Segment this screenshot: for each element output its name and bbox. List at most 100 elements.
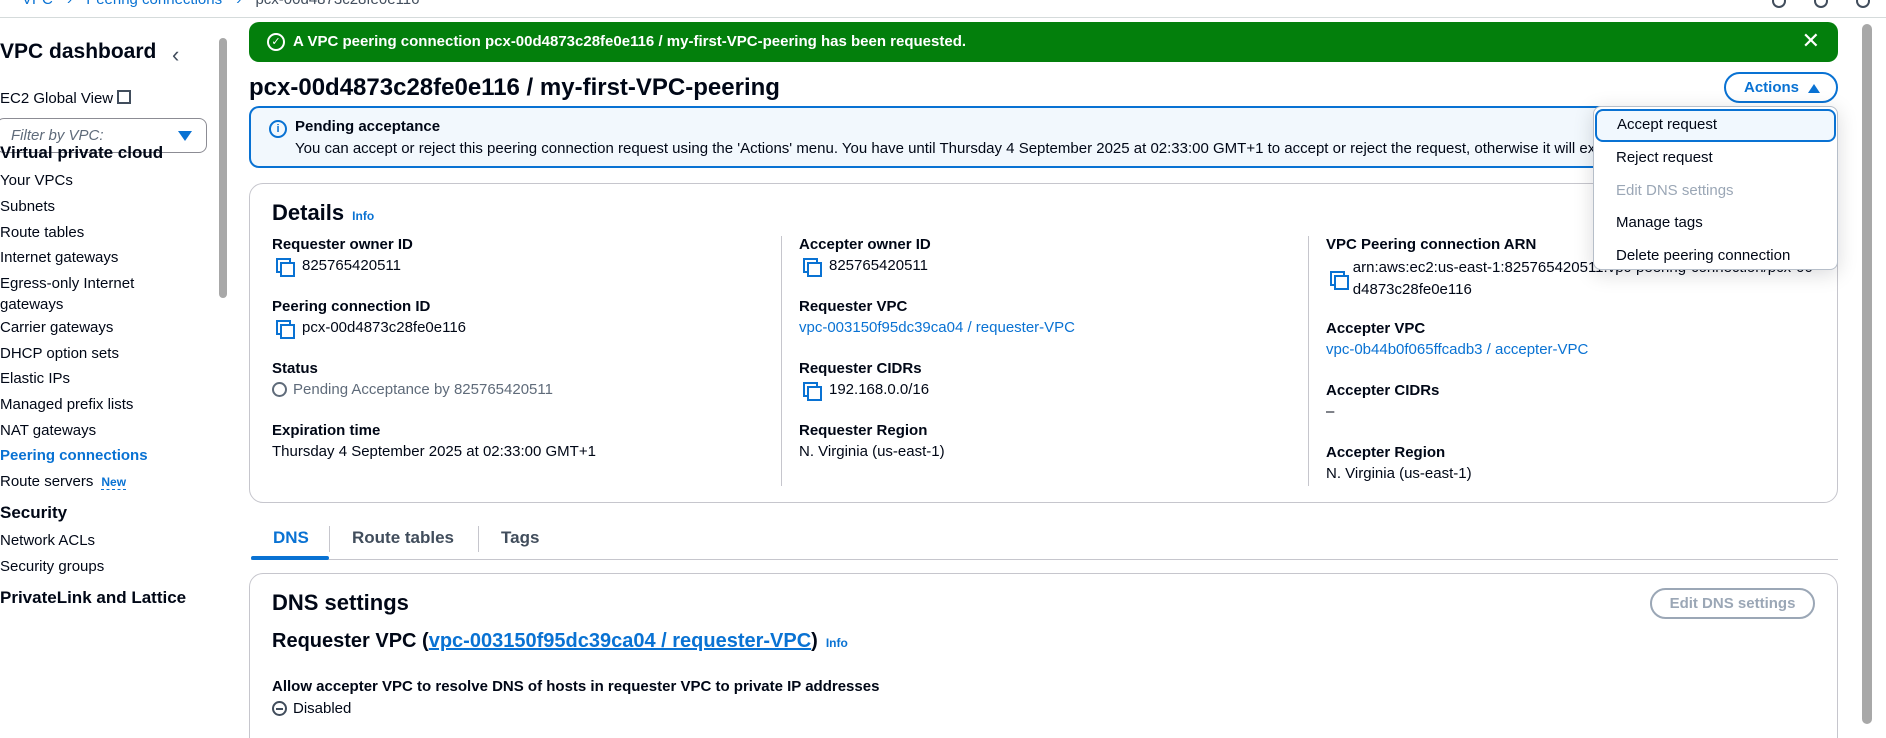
page-title: pcx-00d4873c28fe0e116 / my-first-VPC-pee… [249,74,780,101]
copy-icon[interactable] [803,257,822,277]
tab-route-tables[interactable]: Route tables [352,528,454,548]
alert-text: You can accept or reject this peering co… [295,140,1625,157]
allow-dns-label: Allow accepter VPC to resolve DNS of hos… [272,678,880,695]
sidebar-item-label: EC2 Global View [0,90,114,107]
kv-label: Accepter owner ID [799,236,931,253]
help-icon[interactable] [1772,0,1786,8]
close-icon[interactable]: ✕ [1802,28,1820,54]
sidebar-item-route-tables[interactable]: Route tables [0,222,84,243]
kv-value-row: 825765420511 [799,257,931,277]
copy-icon[interactable] [276,319,295,339]
accepter-vpc-link[interactable]: vpc-0b44b0f065ffcadb3 / accepter-VPC [1326,341,1588,358]
caret-down-icon [178,131,192,141]
accepter-cidrs: Accepter CIDRs – [1326,382,1439,420]
kv-label: Expiration time [272,422,381,439]
top-icons [1772,0,1870,8]
sidebar-item-network-acls[interactable]: Network ACLs [0,530,95,551]
flash-suffix: has been requested. [816,33,967,50]
sidebar-scrollbar[interactable] [218,18,228,738]
requester-region: Requester Region N. Virginia (us-east-1) [799,422,945,460]
kv-label: Requester CIDRs [799,360,922,377]
requester-vpc-heading: Requester VPC (vpc-003150f95dc39ca04 / r… [272,630,848,653]
tab-dns[interactable]: DNS [273,528,309,548]
tab-tags[interactable]: Tags [501,528,539,548]
allow-dns-status: Disabled [272,700,351,717]
requester-vpc-link[interactable]: vpc-003150f95dc39ca04 / requester-VPC [429,630,811,652]
expiration-time: Expiration time Thursday 4 September 202… [272,422,596,460]
kv-value: Thursday 4 September 2025 at 02:33:00 GM… [272,443,596,460]
kv-value-row: 192.168.0.0/16 [799,381,930,401]
requester-cidrs: Requester CIDRs 192.168.0.0/16 [799,360,930,401]
status-value: Pending Acceptance by 825765420511 [293,381,553,398]
details-heading: Details Info [272,200,374,226]
new-badge[interactable]: New [101,475,127,490]
sidebar-item-managed-prefix-lists[interactable]: Managed prefix lists [0,394,133,415]
accepter-vpc: Accepter VPC vpc-0b44b0f065ffcadb3 / acc… [1326,320,1588,358]
kv-label: Status [272,360,318,377]
kv-value: pcx-00d4873c28fe0e116 [302,319,467,336]
sidebar-item-your-vpcs[interactable]: Your VPCs [0,170,73,191]
info-link[interactable]: Info [826,636,848,650]
actions-button[interactable]: Actions [1724,72,1838,103]
dns-settings-card: DNS settings Edit DNS settings Requester… [249,573,1838,738]
alert-heading: Pending acceptance [295,118,441,135]
active-tab-indicator [251,556,329,560]
column-divider [781,236,782,486]
status: Status Pending Acceptance by 82576542051… [272,360,553,398]
kv-value-row: pcx-00d4873c28fe0e116 [272,319,467,339]
heading-suffix: ) [811,630,818,652]
sidebar-section-security: Security [0,503,68,522]
accepter-region: Accepter Region N. Virginia (us-east-1) [1326,444,1472,482]
details-title: Details [272,200,345,225]
sidebar-item-peering-connections[interactable]: Peering connections [0,445,148,466]
copy-icon[interactable] [276,257,295,277]
sidebar-item-dhcp-option-sets[interactable]: DHCP option sets [0,343,119,364]
breadcrumb-vpc[interactable]: VPC [22,0,53,8]
copy-icon[interactable] [803,381,822,401]
requester-vpc: Requester VPC vpc-003150f95dc39ca04 / re… [799,298,1075,336]
sidebar-title[interactable]: VPC dashboard [0,40,156,64]
sidebar-item-internet-gateways[interactable]: Internet gateways [0,247,118,268]
copy-icon[interactable] [1330,271,1349,290]
menu-item-edit-dns-settings: Edit DNS settings [1616,182,1734,199]
breadcrumb: VPC › Peering connections › pcx-00d4873c… [22,0,430,8]
kv-label: Requester owner ID [272,236,413,253]
info-icon: i [269,120,287,138]
kv-label: Requester VPC [799,298,908,315]
main-scrollbar[interactable] [1860,18,1874,738]
sidebar-item-elastic-ips[interactable]: Elastic IPs [0,368,70,389]
success-check-icon: ✓ [267,33,285,51]
sidebar-item-subnets[interactable]: Subnets [0,196,55,217]
kv-value: 825765420511 [302,257,401,274]
requester-owner-id: Requester owner ID 825765420511 [272,236,413,277]
peering-connection-id: Peering connection ID pcx-00d4873c28fe0e… [272,298,467,339]
kv-label: Peering connection ID [272,298,431,315]
kv-value: 192.168.0.0/16 [829,381,930,398]
menu-item-accept-request[interactable]: Accept request [1595,109,1836,142]
sidebar-item-security-groups[interactable]: Security groups [0,556,104,577]
menu-item-manage-tags[interactable]: Manage tags [1594,207,1837,240]
kv-label: Accepter CIDRs [1326,382,1440,399]
dns-settings-heading: DNS settings [272,590,409,615]
detail-tabs: DNS Route tables Tags [251,524,1838,560]
collapse-sidebar-icon[interactable]: ‹ [172,42,179,68]
sidebar-item-egress-only-gateways[interactable]: Egress-only Internet gateways [0,273,150,315]
security-icon[interactable] [1814,0,1828,8]
menu-item-delete-peering-connection[interactable]: Delete peering connection [1594,240,1837,273]
kv-label: Accepter Region [1326,444,1446,461]
breadcrumb-peering[interactable]: Peering connections [86,0,222,8]
sidebar-item-route-servers[interactable]: Route servers New [0,471,127,493]
menu-item-reject-request[interactable]: Reject request [1594,142,1837,175]
info-link[interactable]: Info [352,209,374,223]
sidebar-item-nat-gateways[interactable]: NAT gateways [0,420,96,441]
sidebar-item-ec2-global-view[interactable]: EC2 Global View [0,90,132,107]
kv-value: – [1326,403,1335,420]
main-scrollbar-thumb[interactable] [1862,24,1872,724]
sidebar-item-carrier-gateways[interactable]: Carrier gateways [0,317,113,338]
kv-value-row: Pending Acceptance by 825765420511 [272,381,553,398]
breadcrumb-bar: VPC › Peering connections › pcx-00d4873c… [0,0,1886,18]
column-divider [1308,236,1309,486]
requester-vpc-link[interactable]: vpc-003150f95dc39ca04 / requester-VPC [799,319,1075,336]
sidebar-scrollbar-thumb[interactable] [219,38,227,298]
settings-icon[interactable] [1856,0,1870,8]
